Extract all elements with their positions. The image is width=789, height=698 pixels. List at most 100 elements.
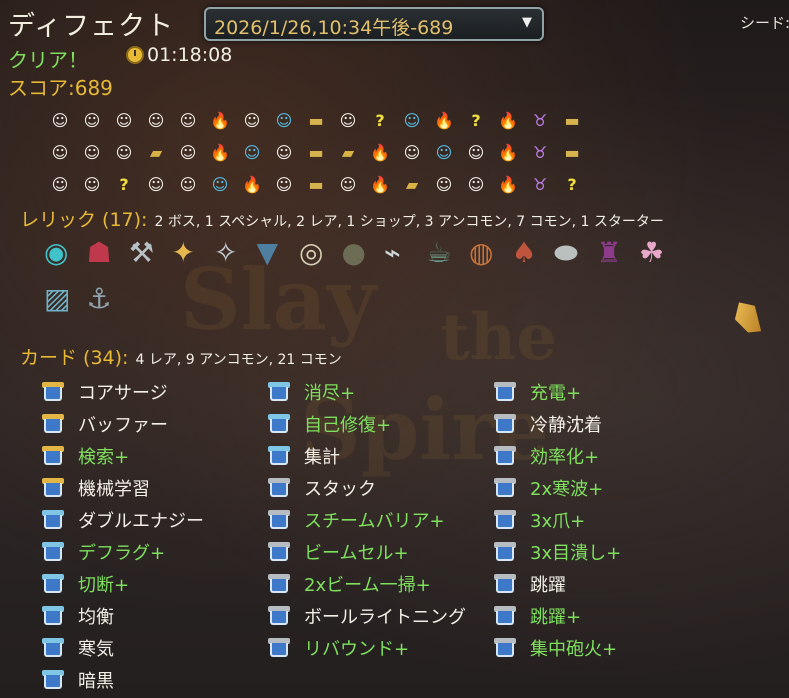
map-node-rest-icon[interactable]: ▰	[332, 139, 364, 165]
card-label: デフラグ+	[78, 543, 166, 564]
map-node-elite-icon[interactable]: 🔥	[492, 139, 524, 165]
card-entry[interactable]: コアサージ	[42, 376, 204, 408]
map-node-monster-icon[interactable]: ☺	[108, 107, 140, 133]
map-node-shop-icon[interactable]: ☺	[236, 139, 268, 165]
map-node-boss-icon[interactable]: ♉	[524, 107, 556, 133]
map-node-elite-icon[interactable]: 🔥	[204, 107, 236, 133]
card-entry[interactable]: 集計	[268, 440, 466, 472]
map-node-elite-icon[interactable]: 🔥	[204, 139, 236, 165]
card-label: 集計	[304, 447, 340, 468]
map-node-monster-icon[interactable]: ☺	[428, 171, 460, 197]
map-node-unknown-icon[interactable]: ?	[108, 171, 140, 197]
map-node-unknown-icon[interactable]: ?	[364, 107, 396, 133]
map-node-shop-icon[interactable]: ☺	[428, 139, 460, 165]
card-icon	[268, 446, 290, 466]
map-node-monster-icon[interactable]: ☺	[44, 107, 76, 133]
map-node-monster-icon[interactable]: ☺	[44, 171, 76, 197]
map-node-monster-icon[interactable]: ☺	[76, 171, 108, 197]
map-node-unknown-icon[interactable]: ?	[556, 171, 588, 197]
map-node-boss-icon[interactable]: ♉	[524, 171, 556, 197]
relic-fish-bones-icon[interactable]: ⌁	[380, 236, 416, 272]
relic-meat-icon[interactable]: ♠	[508, 236, 544, 272]
relic-shuriken-icon[interactable]: ✧	[210, 236, 246, 272]
map-node-elite-icon[interactable]: 🔥	[364, 139, 396, 165]
relic-golden-wings-icon[interactable]: ✦	[168, 236, 204, 272]
card-entry[interactable]: 冷静沈着	[494, 408, 621, 440]
map-node-monster-icon[interactable]: ☺	[268, 139, 300, 165]
relic-anchor-icon[interactable]: ⚓	[83, 282, 119, 318]
card-entry[interactable]: ボールライトニング	[268, 600, 466, 632]
map-node-shop-icon[interactable]: ☺	[204, 171, 236, 197]
map-node-monster-icon[interactable]: ☺	[460, 139, 492, 165]
map-node-monster-icon[interactable]: ☺	[332, 107, 364, 133]
map-node-monster-icon[interactable]: ☺	[172, 107, 204, 133]
map-node-rest-icon[interactable]: ▰	[140, 139, 172, 165]
map-node-elite-icon[interactable]: 🔥	[236, 171, 268, 197]
map-node-monster-icon[interactable]: ☺	[76, 139, 108, 165]
card-entry[interactable]: 検索+	[42, 440, 204, 472]
run-history-dropdown[interactable]: 2026/1/26,10:34午後-689 ▼	[204, 7, 544, 41]
relic-turnip-icon[interactable]: ☘	[635, 236, 671, 272]
relic-teapot-icon[interactable]: ☕	[423, 236, 459, 272]
card-entry[interactable]: 消尽+	[268, 376, 466, 408]
map-node-monster-icon[interactable]: ☺	[172, 171, 204, 197]
card-entry[interactable]: 暗黒	[42, 664, 204, 696]
map-node-monster-icon[interactable]: ☺	[44, 139, 76, 165]
card-entry[interactable]: 跳躍+	[494, 600, 621, 632]
map-node-monster-icon[interactable]: ☺	[268, 171, 300, 197]
card-entry[interactable]: 均衡	[42, 600, 204, 632]
card-entry[interactable]: スタック	[268, 472, 466, 504]
card-entry[interactable]: リバウンド+	[268, 632, 466, 664]
card-entry[interactable]: 3x目潰し+	[494, 536, 621, 568]
card-entry[interactable]: 効率化+	[494, 440, 621, 472]
card-entry[interactable]: 跳躍	[494, 568, 621, 600]
card-entry[interactable]: バッファー	[42, 408, 204, 440]
card-entry[interactable]: 自己修復+	[268, 408, 466, 440]
relic-stone-icon[interactable]: ⬬	[550, 236, 586, 272]
map-node-monster-icon[interactable]: ☺	[236, 107, 268, 133]
map-node-shop-icon[interactable]: ☺	[268, 107, 300, 133]
relic-egg-icon[interactable]: ●	[338, 236, 374, 272]
map-node-monster-icon[interactable]: ☺	[76, 107, 108, 133]
card-entry[interactable]: 2xビーム一掃+	[268, 568, 466, 600]
map-node-elite-icon[interactable]: 🔥	[492, 171, 524, 197]
map-node-chest-icon[interactable]: ▬	[300, 139, 332, 165]
card-entry[interactable]: 集中砲火+	[494, 632, 621, 664]
card-entry[interactable]: 2x寒波+	[494, 472, 621, 504]
map-node-monster-icon[interactable]: ☺	[108, 139, 140, 165]
card-entry[interactable]: デフラグ+	[42, 536, 204, 568]
map-node-monster-icon[interactable]: ☺	[396, 139, 428, 165]
map-node-rest-icon[interactable]: ▰	[396, 171, 428, 197]
relic-cracked-core-icon[interactable]: ◉	[40, 236, 76, 272]
card-entry[interactable]: ダブルエナジー	[42, 504, 204, 536]
map-node-boss-icon[interactable]: ♉	[524, 139, 556, 165]
map-node-elite-icon[interactable]: 🔥	[428, 107, 460, 133]
map-node-monster-icon[interactable]: ☺	[332, 171, 364, 197]
card-entry[interactable]: 充電+	[494, 376, 621, 408]
card-entry[interactable]: スチームバリア+	[268, 504, 466, 536]
relic-treasure-map-icon[interactable]: ▨	[40, 282, 76, 318]
map-node-monster-icon[interactable]: ☺	[140, 171, 172, 197]
map-node-chest-icon[interactable]: ▬	[556, 107, 588, 133]
relic-toolbox-monster-icon[interactable]: ▼	[253, 236, 289, 272]
map-node-monster-icon[interactable]: ☺	[460, 171, 492, 197]
card-entry[interactable]: 3x爪+	[494, 504, 621, 536]
relic-shovel-icon[interactable]: ⚒	[125, 236, 161, 272]
map-node-elite-icon[interactable]: 🔥	[492, 107, 524, 133]
map-node-chest-icon[interactable]: ▬	[300, 107, 332, 133]
map-node-elite-icon[interactable]: 🔥	[364, 171, 396, 197]
relic-runic-dome-icon[interactable]: ☗	[83, 236, 119, 272]
relic-cauldron-icon[interactable]: ♜	[593, 236, 629, 272]
relic-orbit-ring-icon[interactable]: ◎	[295, 236, 331, 272]
map-node-shop-icon[interactable]: ☺	[396, 107, 428, 133]
card-entry[interactable]: 切断+	[42, 568, 204, 600]
card-entry[interactable]: 寒気	[42, 632, 204, 664]
map-node-monster-icon[interactable]: ☺	[140, 107, 172, 133]
card-entry[interactable]: ビームセル+	[268, 536, 466, 568]
map-node-monster-icon[interactable]: ☺	[172, 139, 204, 165]
map-node-chest-icon[interactable]: ▬	[556, 139, 588, 165]
map-node-unknown-icon[interactable]: ?	[460, 107, 492, 133]
card-entry[interactable]: 機械学習	[42, 472, 204, 504]
relic-pie-icon[interactable]: ◍	[465, 236, 501, 272]
map-node-chest-icon[interactable]: ▬	[300, 171, 332, 197]
